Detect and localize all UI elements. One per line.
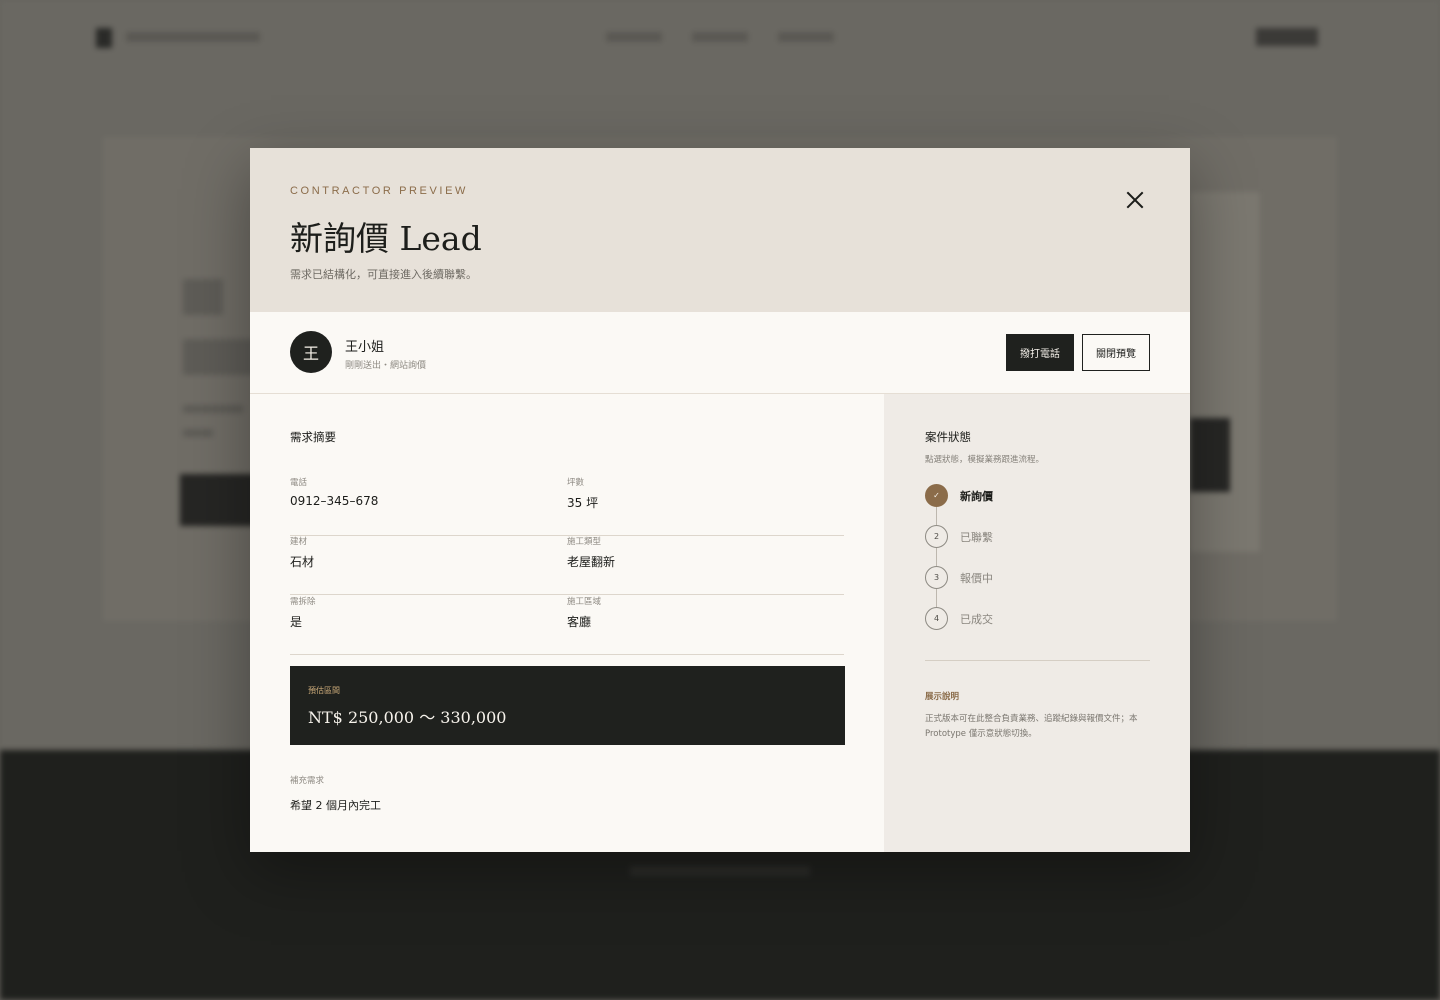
modal-header: CONTRACTOR PREVIEW 新詢價 Lead 需求已結構化，可直接進入…	[250, 148, 1190, 312]
extra-requirement-value: 希望 2 個月內完工	[290, 799, 381, 812]
step-number: 3	[925, 566, 948, 589]
extra-requirement-label: 補充需求	[290, 776, 325, 786]
step-label: 已聯繫	[960, 531, 993, 544]
status-step-new-inquiry[interactable]: ✓ 新詢價	[925, 484, 1125, 508]
status-step-closed[interactable]: 4 已成交	[925, 607, 1125, 631]
note-label: 展示說明	[925, 692, 960, 702]
note-text: 正式版本可在此整合負責業務、追蹤紀錄與報價文件；本 Prototype 僅示意狀…	[925, 714, 1138, 739]
status-title: 案件狀態	[925, 430, 971, 444]
background-logo-text	[126, 32, 260, 42]
close-button[interactable]	[1123, 188, 1147, 212]
background-side-card	[1190, 192, 1260, 552]
background-logo	[96, 28, 112, 48]
step-connector	[936, 548, 937, 566]
status-subtitle: 點選狀態，模擬業務跟進流程。	[925, 455, 1045, 465]
field-label: 坪數	[567, 478, 585, 488]
close-preview-button[interactable]: 關閉預覽	[1082, 334, 1150, 371]
field-value: 老屋翻新	[567, 555, 616, 569]
field-construction-area: 施工區域 客廳	[567, 595, 844, 655]
field-construction-type: 施工類型 老屋翻新	[567, 535, 844, 595]
step-connector	[936, 507, 937, 525]
client-name: 王小姐	[345, 340, 385, 355]
background-nav-button	[1256, 28, 1318, 46]
estimate-box: 預估區間 NT$ 250,000 ～ 330,000	[290, 666, 845, 745]
status-panel: 案件狀態 點選狀態，模擬業務跟進流程。 ✓ 新詢價 2 已聯繫 3 報價中 4 …	[884, 394, 1190, 852]
background-side-block	[1190, 418, 1230, 492]
step-number: 4	[925, 607, 948, 630]
check-icon: ✓	[925, 484, 948, 507]
background-nav-link	[778, 32, 834, 42]
background-text-line	[183, 405, 243, 413]
step-number: 2	[925, 525, 948, 548]
field-value: 35 坪	[567, 496, 599, 510]
field-material: 建材 石材	[290, 535, 567, 595]
field-phone: 電話 0912–345–678	[290, 476, 567, 536]
summary-panel: 需求摘要 電話 0912–345–678 坪數 35 坪 建材 石材 施工類型 …	[250, 394, 884, 852]
client-meta: 剛剛送出・網站詢價	[345, 361, 427, 371]
field-label: 電話	[290, 478, 308, 488]
background-footer-line	[630, 866, 810, 876]
status-step-quoting[interactable]: 3 報價中	[925, 566, 1125, 590]
field-label: 施工類型	[567, 537, 602, 547]
step-connector	[936, 589, 937, 607]
modal-eyebrow: CONTRACTOR PREVIEW	[290, 185, 468, 197]
step-label: 已成交	[960, 613, 993, 626]
summary-title: 需求摘要	[290, 430, 336, 444]
close-icon	[1126, 191, 1144, 209]
background-nav-link	[606, 32, 662, 42]
status-step-contacted[interactable]: 2 已聯繫	[925, 525, 1125, 549]
estimate-label: 預估區間	[308, 686, 340, 695]
field-label: 建材	[290, 537, 308, 547]
avatar: 王	[290, 331, 332, 373]
field-value: 石材	[290, 555, 315, 569]
client-bar: 王 王小姐 剛剛送出・網站詢價 撥打電話 關閉預覽	[250, 312, 1190, 394]
field-area-size: 坪數 35 坪	[567, 476, 844, 536]
background-nav-link	[692, 32, 748, 42]
step-label: 新詢價	[960, 490, 993, 503]
lead-preview-modal: CONTRACTOR PREVIEW 新詢價 Lead 需求已結構化，可直接進入…	[250, 148, 1190, 852]
call-button[interactable]: 撥打電話	[1006, 334, 1074, 371]
background-heading-block	[183, 279, 223, 315]
step-label: 報價中	[960, 572, 993, 585]
background-text-line	[183, 429, 213, 437]
field-value: 是	[290, 615, 303, 629]
divider	[925, 660, 1150, 661]
field-value: 客廳	[567, 615, 592, 629]
field-label: 需拆除	[290, 597, 316, 607]
field-demolition: 需拆除 是	[290, 595, 567, 655]
modal-subtitle: 需求已結構化，可直接進入後續聯繫。	[290, 268, 477, 281]
field-value: 0912–345–678	[290, 494, 379, 508]
field-label: 施工區域	[567, 597, 602, 607]
modal-title: 新詢價 Lead	[290, 219, 482, 258]
estimate-value: NT$ 250,000 ～ 330,000	[308, 708, 507, 727]
